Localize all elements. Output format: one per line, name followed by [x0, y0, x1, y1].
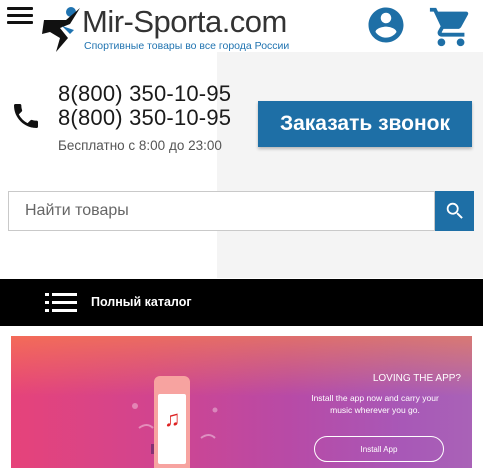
app-promo-banner: ♫ LOVING THE APP? Install the app now an… [11, 336, 472, 468]
search-input[interactable] [8, 191, 435, 231]
banner-text: Install the app now and carry your music… [311, 393, 439, 415]
phone-number-primary[interactable]: 8(800) 350-10-95 [58, 81, 231, 107]
music-note-icon: ♫ [164, 406, 181, 431]
working-hours: Бесплатно с 8:00 до 23:00 [58, 138, 222, 153]
logo-name: Mir-Sporta.com [82, 4, 287, 39]
banner-title: LOVING THE APP? [372, 373, 461, 384]
list-icon [45, 293, 77, 312]
full-catalog-label: Полный каталог [91, 295, 192, 309]
site-logo[interactable]: Mir-Sporta.com Спортивные товары во все … [40, 2, 320, 54]
phone-number-secondary[interactable]: 8(800) 350-10-95 [58, 105, 231, 131]
hamburger-menu-icon[interactable] [7, 7, 33, 25]
full-catalog-button[interactable]: Полный каталог [0, 279, 483, 326]
phone-icon [10, 100, 42, 132]
request-callback-button[interactable]: Заказать звонок [258, 101, 472, 147]
contact-panel-background [217, 52, 483, 278]
athlete-logo-icon [42, 7, 80, 52]
search-bar [8, 191, 474, 231]
search-icon[interactable] [435, 191, 474, 231]
account-circle-icon[interactable] [365, 4, 407, 46]
install-app-button[interactable]: Install App [314, 436, 444, 462]
logo-tagline: Спортивные товары во все города России [84, 40, 290, 52]
shopping-cart-icon[interactable] [428, 4, 474, 47]
